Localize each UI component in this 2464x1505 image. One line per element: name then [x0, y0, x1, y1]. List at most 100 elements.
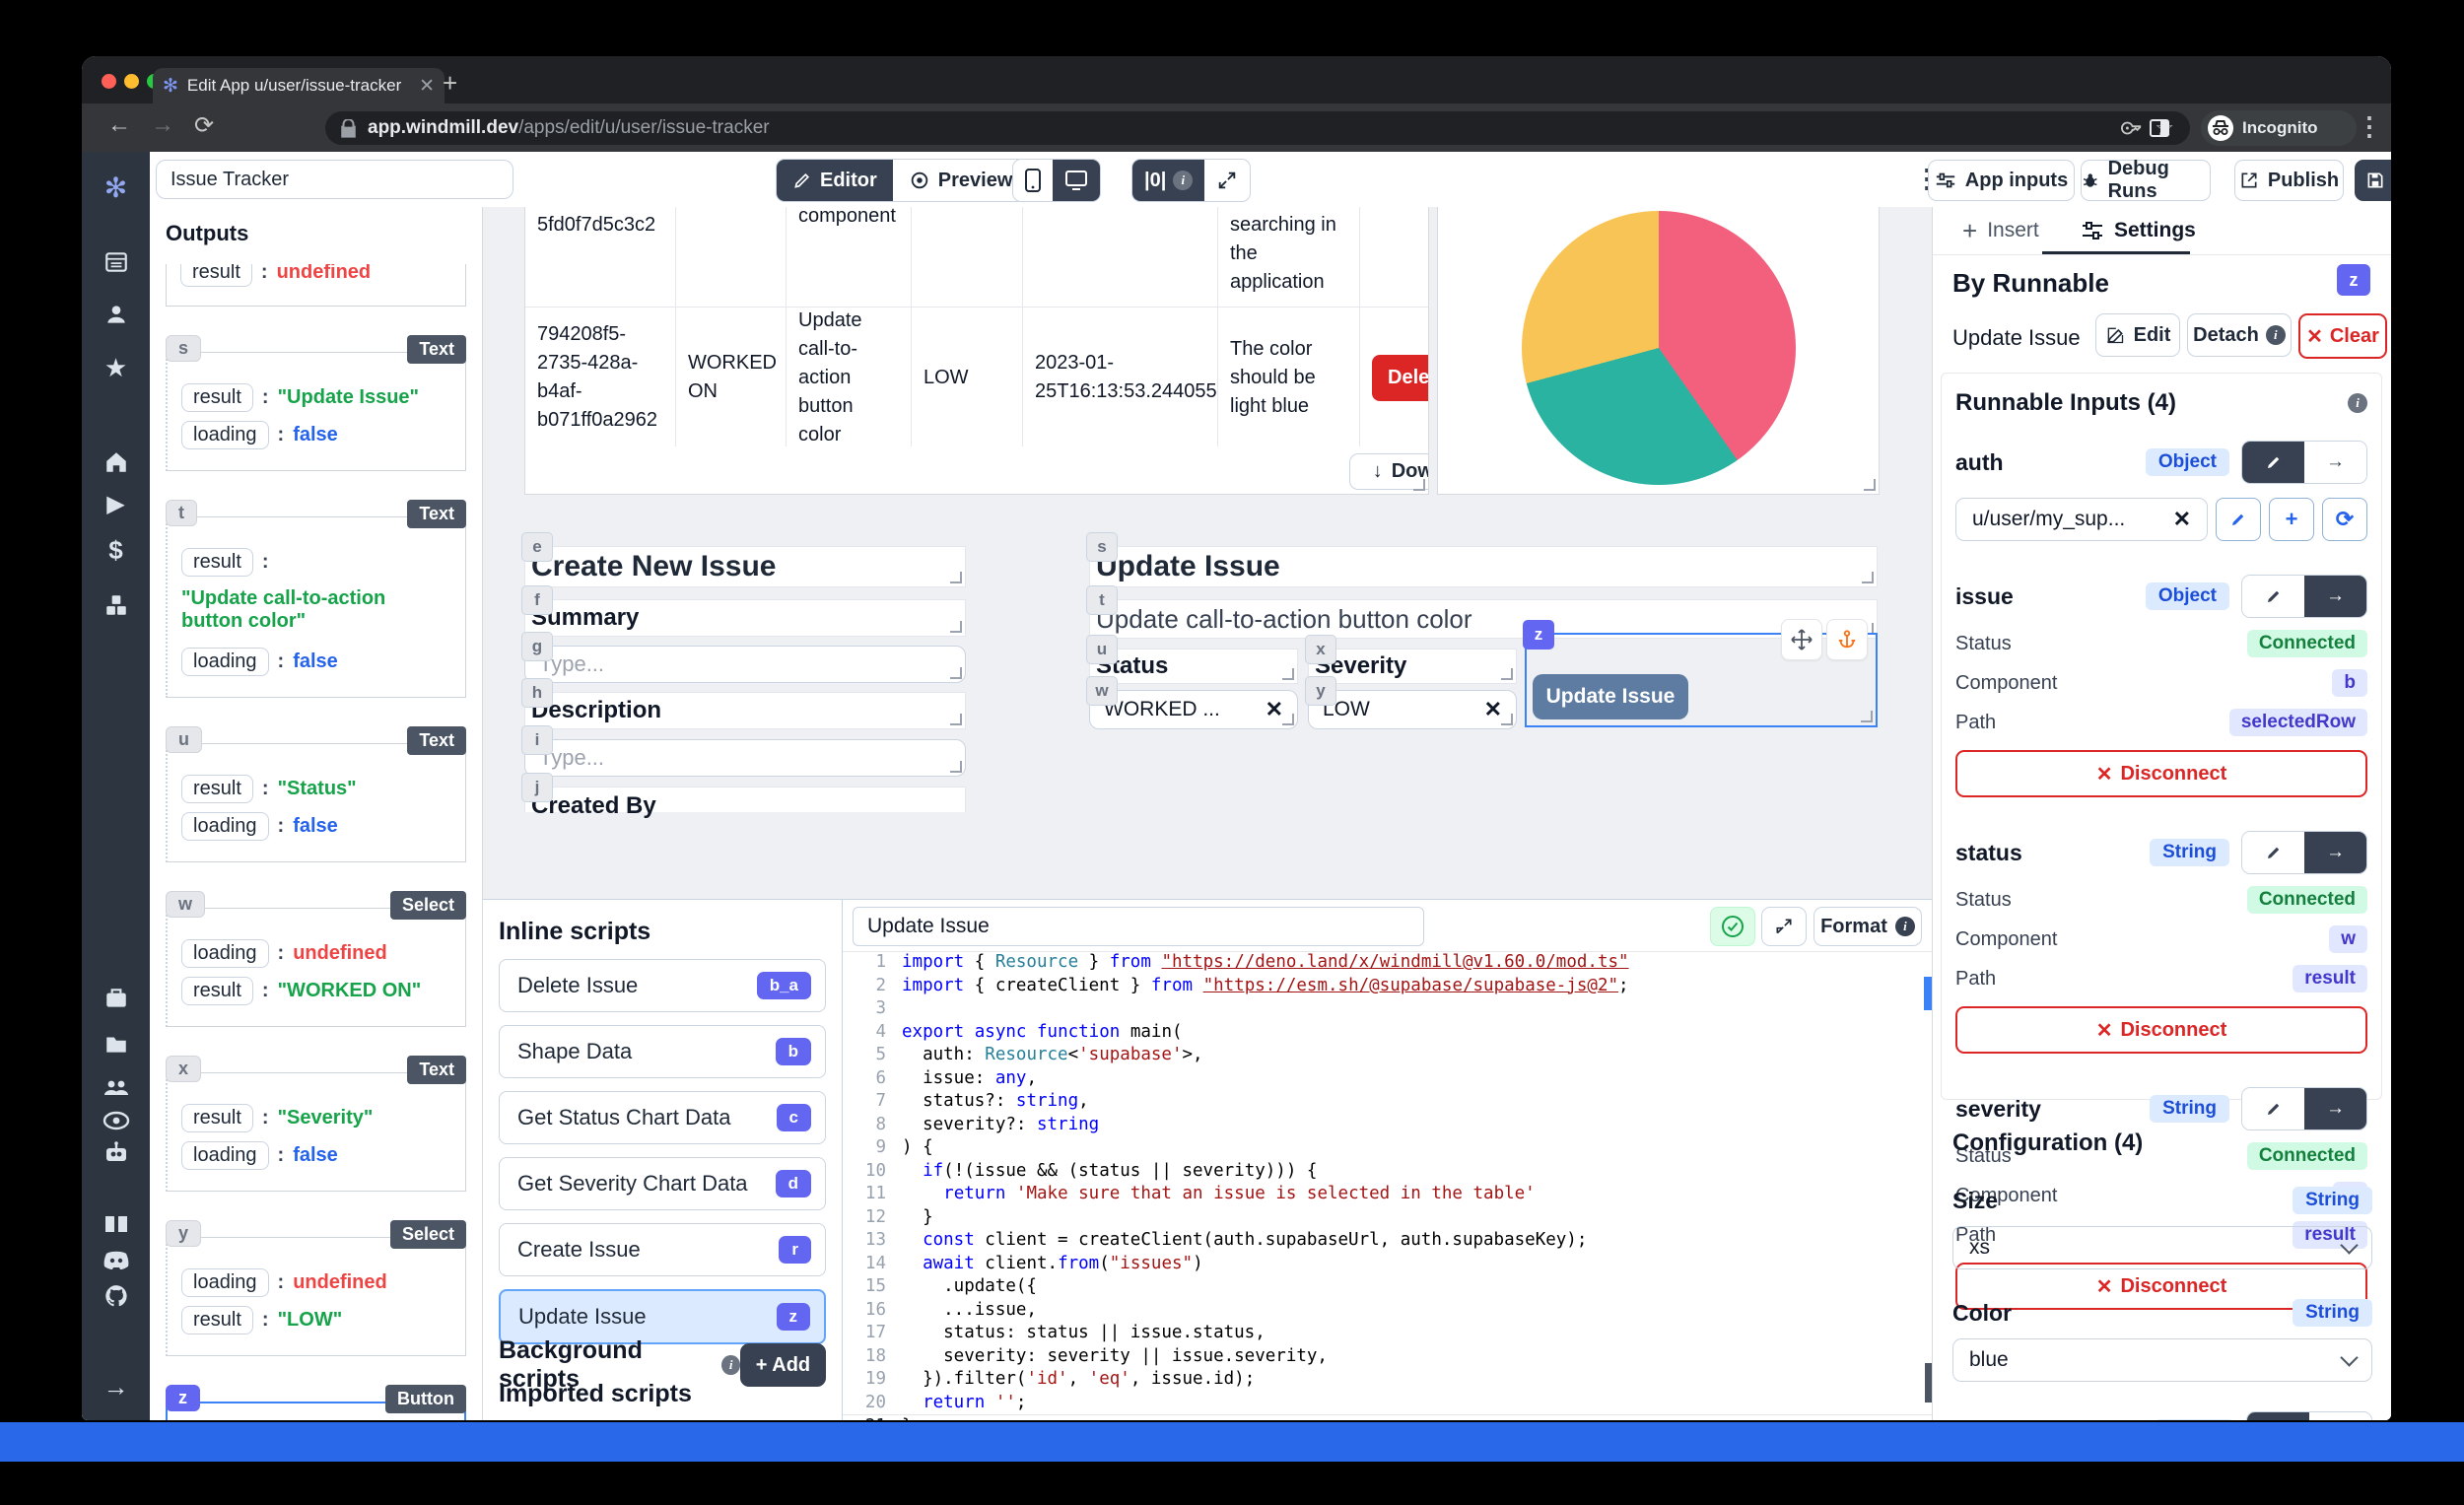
- component-chip[interactable]: t: [1086, 585, 1118, 615]
- sidebar-item-home[interactable]: [82, 445, 150, 476]
- output-id-chip[interactable]: z: [166, 1385, 200, 1411]
- anchor-button[interactable]: [1826, 619, 1868, 660]
- expand-editor-button[interactable]: [1761, 907, 1807, 946]
- app-name-input[interactable]: Issue Tracker: [156, 160, 513, 199]
- component-chip[interactable]: e: [521, 532, 553, 562]
- windmill-logo[interactable]: ✻: [82, 171, 150, 204]
- component-chip[interactable]: f: [521, 585, 553, 615]
- desktop-view-button[interactable]: [1053, 160, 1100, 201]
- update-issue-button[interactable]: Update Issue: [1533, 674, 1688, 719]
- move-handle[interactable]: [1781, 619, 1822, 660]
- component-chip[interactable]: x: [1305, 635, 1336, 664]
- forward-icon[interactable]: →: [151, 111, 174, 139]
- status-select[interactable]: w WORKED ... ✕: [1086, 676, 1298, 729]
- sidebar-item-audit-logs[interactable]: [82, 1106, 150, 1133]
- docs-book-icon[interactable]: [82, 1209, 150, 1237]
- output-card-body[interactable]: result: "Update Issue" loading: false: [166, 352, 466, 471]
- connect-mode-button[interactable]: →: [2304, 1088, 2366, 1129]
- sidebar-item-workers[interactable]: [82, 1138, 150, 1166]
- detach-button[interactable]: Detach i: [2187, 313, 2292, 357]
- sidebar-item-groups[interactable]: [82, 1072, 150, 1100]
- severity-label-widget[interactable]: x Severity: [1305, 635, 1517, 684]
- script-name-input[interactable]: Update Issue: [853, 907, 1424, 946]
- lint-ok-button[interactable]: [1710, 907, 1755, 946]
- table-row[interactable]: 794208f5-2735-428a-b4af-b071ff0a2962 WORK…: [525, 308, 1428, 448]
- connect-mode-button[interactable]: →: [2304, 832, 2366, 873]
- auth-resource-input[interactable]: u/user/my_sup... ✕: [1955, 498, 2208, 541]
- issues-table[interactable]: 5fd0f7d5c3c2 component searching in the ap…: [524, 207, 1429, 495]
- static-mode-button[interactable]: [2242, 442, 2304, 483]
- static-mode-button[interactable]: [2242, 832, 2304, 873]
- component-chip[interactable]: y: [1305, 676, 1336, 706]
- clear-button[interactable]: ✕ Clear: [2298, 313, 2387, 359]
- script-item-b_a[interactable]: Delete Issue b_a: [499, 959, 826, 1012]
- config-size-select[interactable]: xs: [1952, 1226, 2372, 1269]
- component-chip[interactable]: w: [1086, 676, 1118, 706]
- add-resource-button[interactable]: +: [2269, 498, 2314, 541]
- publish-button[interactable]: Publish: [2234, 160, 2344, 201]
- component-chip[interactable]: i: [521, 725, 553, 755]
- save-button[interactable]: Save: [2355, 160, 2391, 201]
- password-key-icon[interactable]: [2121, 117, 2143, 139]
- new-tab-icon[interactable]: +: [443, 68, 457, 99]
- download-button[interactable]: ↓Download: [1349, 453, 1428, 490]
- config-color-select[interactable]: blue: [1952, 1338, 2372, 1382]
- app-inputs-button[interactable]: App inputs: [1928, 160, 2075, 201]
- script-item-b[interactable]: Shape Data b: [499, 1025, 826, 1078]
- pie-chart-card[interactable]: [1437, 207, 1880, 495]
- github-icon[interactable]: [82, 1281, 150, 1309]
- tab-insert[interactable]: + Insert: [1962, 207, 2039, 254]
- editor-tab[interactable]: Editor: [777, 160, 893, 201]
- script-item-r[interactable]: Create Issue r: [499, 1223, 826, 1276]
- minimize-window-button[interactable]: [124, 74, 139, 89]
- add-background-script-button[interactable]: + Add: [739, 1343, 826, 1387]
- disconnect-button[interactable]: ✕ Disconnect: [1955, 750, 2367, 797]
- description-label-widget[interactable]: h Description: [521, 678, 966, 729]
- disconnect-button[interactable]: ✕ Disconnect: [1955, 1006, 2367, 1054]
- output-id-chip[interactable]: s: [166, 335, 202, 362]
- summary-label-widget[interactable]: f Summary: [521, 585, 966, 637]
- sidebar-item-resources[interactable]: [82, 590, 150, 618]
- component-chip[interactable]: h: [521, 678, 553, 708]
- delete-row-button[interactable]: Delete: [1372, 355, 1428, 401]
- sidebar-item-schedules[interactable]: [82, 984, 150, 1011]
- static-mode-button[interactable]: [2242, 1088, 2304, 1129]
- mobile-view-button[interactable]: [1013, 160, 1053, 201]
- output-id-chip[interactable]: u: [166, 726, 202, 753]
- component-chip[interactable]: u: [1086, 635, 1118, 664]
- output-counter-button[interactable]: |0| i: [1132, 160, 1205, 201]
- preview-tab[interactable]: Preview: [893, 160, 1029, 201]
- output-card-body[interactable]: result: "Update call-to-action button col…: [166, 516, 466, 698]
- component-chip[interactable]: s: [1086, 532, 1118, 562]
- clear-select-icon[interactable]: ✕: [1484, 697, 1502, 722]
- sidebar-item-folders[interactable]: [82, 1029, 150, 1057]
- editor-scrollbar-thumb[interactable]: [1925, 1363, 1932, 1402]
- component-chip[interactable]: g: [521, 632, 553, 661]
- connect-mode-button[interactable]: →: [2309, 1412, 2371, 1420]
- tab-settings[interactable]: Settings: [2081, 207, 2196, 254]
- description-input[interactable]: i Type...: [521, 725, 966, 777]
- browser-tab[interactable]: ✻ Edit App u/user/issue-tracker ✕: [153, 68, 445, 103]
- output-id-chip[interactable]: t: [166, 500, 197, 526]
- discord-icon[interactable]: [82, 1246, 150, 1273]
- output-id-chip[interactable]: x: [166, 1056, 202, 1082]
- format-button[interactable]: Format i: [1814, 907, 1922, 946]
- clear-select-icon[interactable]: ✕: [1266, 697, 1283, 722]
- script-item-d[interactable]: Get Severity Chart Data d: [499, 1157, 826, 1210]
- component-chip-selected[interactable]: z: [1523, 620, 1554, 650]
- sidebar-item-apps[interactable]: [82, 247, 150, 275]
- status-label-widget[interactable]: u Status: [1086, 635, 1298, 684]
- sidebar-item-user[interactable]: [82, 300, 150, 327]
- code-area[interactable]: 1 import { Resource } from "https://deno.…: [843, 951, 1932, 1420]
- output-card-body[interactable]: loading: undefined result: "LOW": [166, 1237, 466, 1356]
- connect-mode-button[interactable]: →: [2304, 442, 2366, 483]
- refresh-resource-button[interactable]: ⟳: [2322, 498, 2367, 541]
- summary-input[interactable]: g Type...: [521, 632, 966, 683]
- fullscreen-button[interactable]: [1204, 160, 1250, 201]
- debug-runs-button[interactable]: Debug Runs: [2081, 158, 2211, 202]
- edit-resource-button[interactable]: [2216, 498, 2261, 541]
- static-mode-button[interactable]: [2242, 576, 2304, 617]
- update-issue-title-widget[interactable]: s Update Issue: [1086, 532, 1878, 587]
- close-tab-icon[interactable]: ✕: [419, 75, 435, 98]
- sidebar-item-runs[interactable]: ▶: [82, 490, 150, 518]
